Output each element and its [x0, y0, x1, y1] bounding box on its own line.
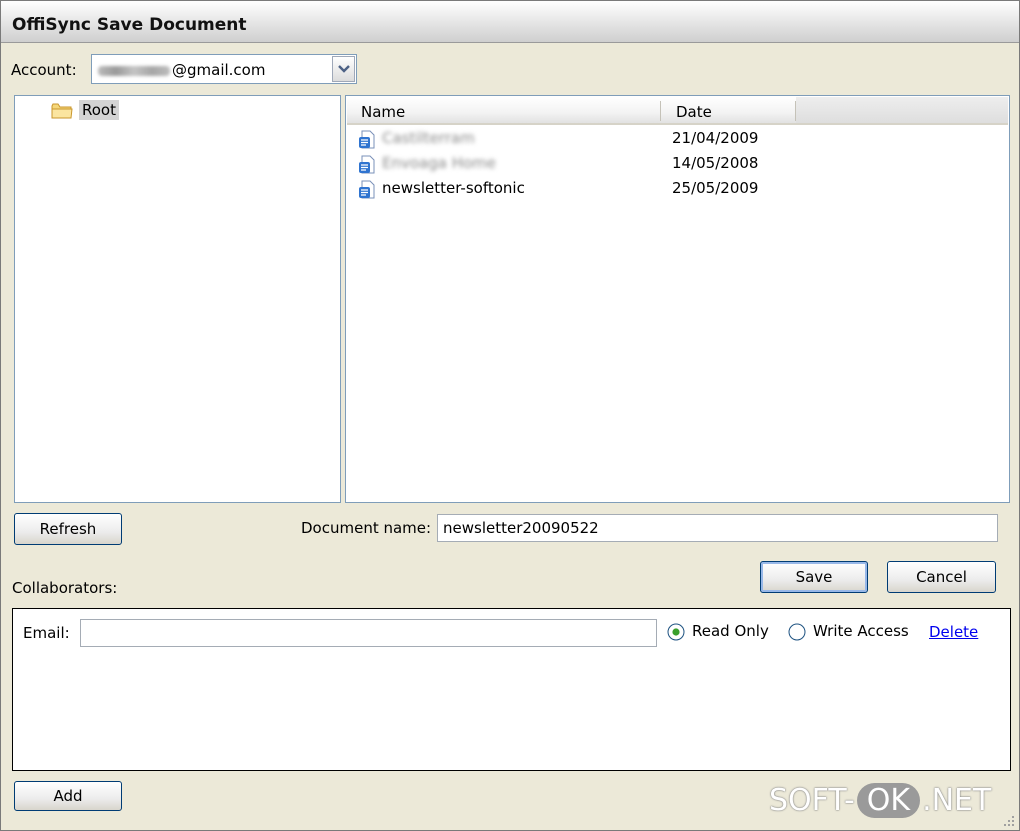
title-bar[interactable]: OffiSync Save Document — [1, 1, 1019, 43]
header-filler — [796, 97, 1008, 123]
file-name: Envoaga Home — [382, 154, 497, 172]
document-icon — [359, 130, 375, 149]
column-header-name[interactable]: Name — [361, 103, 405, 121]
collaborators-panel: Email: Read Only Write Access Delete — [12, 608, 1011, 771]
dropdown-button[interactable] — [332, 56, 355, 82]
tree-item-label: Root — [79, 100, 119, 120]
radio-selected-icon — [667, 623, 685, 641]
folder-icon — [51, 103, 73, 119]
watermark-text-left: SOFT- — [769, 783, 855, 818]
document-name-input[interactable] — [437, 514, 998, 542]
watermark-text-right: .NET — [922, 783, 992, 818]
delete-link[interactable]: Delete — [929, 623, 978, 641]
refresh-button[interactable]: Refresh — [14, 513, 122, 545]
file-name: Castilterram — [382, 129, 475, 147]
file-date: 14/05/2008 — [672, 154, 759, 172]
collaborators-label: Collaborators: — [12, 579, 118, 597]
list-header: Name Date — [347, 97, 1008, 125]
document-icon — [359, 155, 375, 174]
save-button[interactable]: Save — [760, 561, 868, 593]
redacted-username — [98, 65, 170, 76]
account-label: Account: — [11, 61, 77, 79]
file-name: newsletter-softonic — [382, 179, 525, 197]
resize-grip-icon[interactable] — [1003, 815, 1015, 827]
cancel-button[interactable]: Cancel — [887, 561, 996, 593]
file-row[interactable]: Envoaga Home 14/05/2008 — [358, 153, 998, 175]
account-dropdown[interactable]: @gmail.com — [91, 54, 357, 84]
account-email-domain: @gmail.com — [172, 61, 266, 79]
email-label: Email: — [23, 624, 70, 642]
read-only-label: Read Only — [692, 622, 769, 640]
column-separator[interactable] — [660, 101, 661, 121]
column-header-date[interactable]: Date — [676, 103, 712, 121]
write-access-label: Write Access — [813, 622, 909, 640]
watermark-logo: SOFT- OK .NET — [769, 783, 991, 829]
window-title: OffiSync Save Document — [12, 15, 247, 35]
add-button[interactable]: Add — [14, 781, 122, 811]
account-value: @gmail.com — [98, 61, 265, 79]
file-row[interactable]: newsletter-softonic 25/05/2009 — [358, 178, 998, 200]
file-list[interactable]: Name Date Castilterram 21/04/2009 Envoag… — [345, 95, 1010, 503]
file-date: 25/05/2009 — [672, 179, 759, 197]
folder-tree[interactable]: Root — [14, 95, 341, 503]
radio-unselected-icon — [788, 623, 806, 641]
chevron-down-icon — [338, 65, 350, 73]
file-date: 21/04/2009 — [672, 129, 759, 147]
document-icon — [359, 180, 375, 199]
watermark-text-middle: OK — [856, 783, 921, 818]
file-row[interactable]: Castilterram 21/04/2009 — [358, 128, 998, 150]
save-document-dialog: OffiSync Save Document Account: @gmail.c… — [0, 0, 1020, 831]
email-input[interactable] — [80, 619, 657, 647]
dialog-body: Account: @gmail.com Root Name Date Casti… — [4, 44, 1016, 827]
document-name-label: Document name: — [301, 519, 432, 537]
